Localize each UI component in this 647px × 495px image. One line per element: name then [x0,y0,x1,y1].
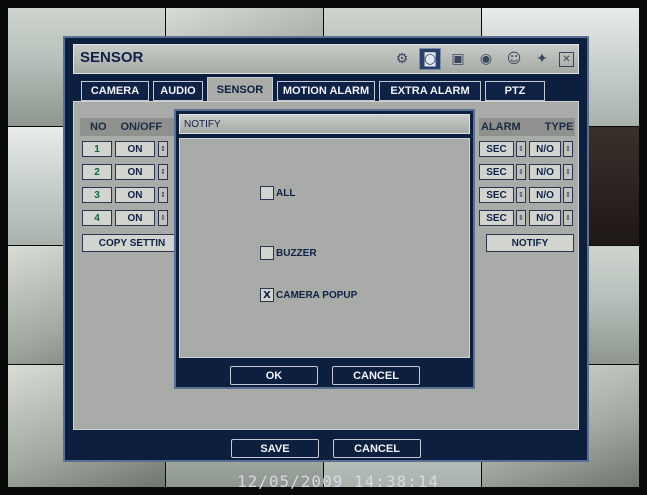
row-1-type[interactable]: N/O [529,141,561,157]
option-buzzer-checkbox[interactable] [260,246,274,260]
notify-button[interactable]: NOTIFY [486,234,574,252]
gear-icon[interactable]: ⚙ [391,48,413,70]
row-4-alarm-spinner[interactable]: ⇕ [516,210,526,226]
disk-icon[interactable]: ◉ [475,48,497,70]
table-header-left: NO ON/OFF [80,118,174,136]
row-2-onoff[interactable]: ON [115,164,155,180]
option-camera-popup[interactable]: X CAMERA POPUP [260,288,357,302]
row-1-onoff-spinner[interactable]: ⇕ [158,141,168,157]
row-3-type-spinner[interactable]: ⇕ [563,187,573,203]
row-1-alarm[interactable]: SEC [479,141,514,157]
alarm-icon[interactable]: ✦ [531,48,553,70]
row-4-no: 4 [82,210,112,226]
camera-icon[interactable]: ◙ [419,48,441,70]
row-3-type[interactable]: N/O [529,187,561,203]
option-all[interactable]: ALL [260,186,295,200]
option-buzzer-label: BUZZER [276,247,317,259]
tab-extra-alarm[interactable]: EXTRA ALARM [379,81,481,101]
notify-cancel-button[interactable]: CANCEL [332,366,420,385]
datetime-overlay: 12/05/2009 14:38:14 [237,472,440,491]
user-icon[interactable]: ☺ [503,48,525,70]
row-2-no: 2 [82,164,112,180]
header-alarm: ALARM [481,121,521,133]
row-4-type[interactable]: N/O [529,210,561,226]
tab-audio[interactable]: AUDIO [153,81,203,101]
row-4-alarm[interactable]: SEC [479,210,514,226]
table-header-right: ALARM TYPE [479,118,575,136]
header-no: NO [90,121,107,133]
option-camera-popup-label: CAMERA POPUP [276,289,358,301]
close-icon[interactable]: ✕ [559,52,574,67]
row-3-onoff[interactable]: ON [115,187,155,203]
notify-ok-button[interactable]: OK [230,366,318,385]
option-all-checkbox[interactable] [260,186,274,200]
option-all-label: ALL [276,187,296,199]
row-2-type-spinner[interactable]: ⇕ [563,164,573,180]
tab-bar: CAMERA AUDIO SENSOR MOTION ALARM EXTRA A… [81,77,545,101]
tab-sensor[interactable]: SENSOR [207,77,273,101]
notify-options-panel: ALL BUZZER X CAMERA POPUP [179,138,470,358]
row-4-onoff[interactable]: ON [115,210,155,226]
tab-motion-alarm[interactable]: MOTION ALARM [277,81,375,101]
row-3-alarm-spinner[interactable]: ⇕ [516,187,526,203]
toolbar-icons: ⚙ ◙ ▣ ◉ ☺ ✦ ✕ [391,48,574,70]
row-2-alarm-spinner[interactable]: ⇕ [516,164,526,180]
row-1-alarm-spinner[interactable]: ⇕ [516,141,526,157]
tab-ptz[interactable]: PTZ [485,81,545,101]
notify-dialog: NOTIFY ALL BUZZER X CAMERA POPUP OK CANC… [174,109,475,389]
row-2-type[interactable]: N/O [529,164,561,180]
copy-settings-button[interactable]: COPY SETTIN [82,234,182,252]
row-1-type-spinner[interactable]: ⇕ [563,141,573,157]
header-onoff: ON/OFF [120,121,163,133]
network-icon[interactable]: ▣ [447,48,469,70]
row-3-onoff-spinner[interactable]: ⇕ [158,187,168,203]
row-2-onoff-spinner[interactable]: ⇕ [158,164,168,180]
row-2-alarm[interactable]: SEC [479,164,514,180]
row-4-onoff-spinner[interactable]: ⇕ [158,210,168,226]
cancel-button[interactable]: CANCEL [333,439,421,458]
notify-dialog-title: NOTIFY [179,114,470,134]
row-3-alarm[interactable]: SEC [479,187,514,203]
save-button[interactable]: SAVE [231,439,319,458]
dialog-title: SENSOR [80,49,144,66]
tab-camera[interactable]: CAMERA [81,81,149,101]
header-type: TYPE [544,121,574,133]
row-1-no: 1 [82,141,112,157]
row-4-type-spinner[interactable]: ⇕ [563,210,573,226]
option-camera-popup-checkbox[interactable]: X [260,288,274,302]
dialog-titlebar: SENSOR ⚙ ◙ ▣ ◉ ☺ ✦ ✕ [73,44,579,74]
row-3-no: 3 [82,187,112,203]
row-1-onoff[interactable]: ON [115,141,155,157]
option-buzzer[interactable]: BUZZER [260,246,317,260]
